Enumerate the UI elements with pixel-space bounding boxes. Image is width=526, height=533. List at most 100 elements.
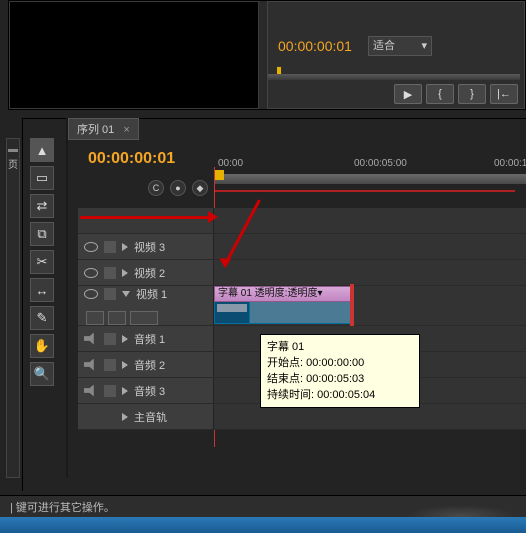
annotation-arrow — [80, 216, 210, 219]
selection-tool[interactable]: ▲ — [30, 138, 54, 162]
track-video-1: 视频 1 字幕 01 透明度:透明度▾ — [78, 286, 526, 326]
expand-icon[interactable] — [122, 413, 128, 421]
ruler-tick: 00:00:10:0 — [494, 158, 526, 169]
zoom-fit-label: 适合 — [373, 40, 395, 52]
playhead-icon[interactable] — [214, 170, 224, 180]
sequence-tab-bar: 序列 01 × — [68, 118, 139, 140]
clip-selection-edge[interactable] — [350, 284, 354, 327]
track-header[interactable]: 视频 1 — [78, 286, 214, 325]
ripple-edit-tool[interactable]: ⇄ — [30, 194, 54, 218]
tooltip-title: 字幕 01 — [267, 339, 413, 355]
zoom-fit-dropdown[interactable]: 适合 ▾ — [368, 36, 432, 56]
ruler-tick: 00:00:05:00 — [354, 158, 407, 169]
lock-icon[interactable] — [104, 267, 116, 279]
pen-tool[interactable]: ✎ — [30, 306, 54, 330]
speaker-icon[interactable] — [84, 333, 98, 345]
eye-icon[interactable] — [84, 242, 98, 252]
track-header[interactable]: 视频 2 — [78, 260, 214, 285]
lock-icon[interactable] — [104, 333, 116, 345]
tooltip-label: 持续时间: — [267, 389, 314, 401]
panel-divider[interactable] — [66, 118, 68, 478]
snap-icon[interactable]: C — [148, 180, 164, 196]
tooltip-label: 结束点: — [267, 373, 303, 385]
tooltip-value: 00:00:05:04 — [317, 389, 375, 401]
eye-icon[interactable] — [84, 289, 98, 299]
status-text: | 键可进行其它操作。 — [10, 502, 115, 514]
clip-tooltip: 字幕 01 开始点: 00:00:00:00 结束点: 00:00:05:03 … — [260, 334, 420, 408]
track-select-tool[interactable]: ▭ — [30, 166, 54, 190]
play-button[interactable]: ▶ — [394, 84, 422, 104]
track-label: 音频 2 — [134, 357, 165, 373]
close-icon[interactable]: × — [123, 124, 129, 136]
track-label: 视频 1 — [136, 286, 167, 302]
expand-icon[interactable] — [122, 269, 128, 277]
spacer-head — [78, 208, 214, 233]
monitor-scrubber[interactable] — [268, 74, 520, 80]
track-content[interactable] — [214, 234, 526, 259]
panel-strip: 页 — [6, 138, 20, 478]
tooltip-row: 结束点: 00:00:05:03 — [267, 371, 413, 387]
strip-handle[interactable] — [8, 149, 18, 152]
go-prev-button[interactable]: |← — [490, 84, 518, 104]
track-label: 视频 3 — [134, 239, 165, 255]
clip-subtitle-01[interactable]: 字幕 01 透明度:透明度▾ — [214, 286, 352, 325]
track-label: 音频 3 — [134, 383, 165, 399]
clip-label: 字幕 01 透明度:透明度▾ — [214, 286, 352, 302]
expand-icon[interactable] — [122, 243, 128, 251]
keyframe-button[interactable] — [108, 311, 126, 325]
lock-icon[interactable] — [104, 385, 116, 397]
settings-icon[interactable]: ◆ — [192, 180, 208, 196]
mark-in-button[interactable]: { — [426, 84, 454, 104]
expand-icon[interactable] — [122, 387, 128, 395]
monitor-viewport — [9, 1, 259, 109]
track-header[interactable]: 音频 2 — [78, 352, 214, 377]
render-bar — [215, 190, 515, 192]
keyframe-nav[interactable] — [130, 311, 158, 325]
clip-fill — [249, 302, 351, 323]
track-header[interactable]: 视频 3 — [78, 234, 214, 259]
marker-option-icon[interactable]: ● — [170, 180, 186, 196]
speaker-icon[interactable] — [84, 385, 98, 397]
ruler-bar[interactable] — [214, 174, 526, 184]
sequence-tab[interactable]: 序列 01 × — [68, 118, 139, 140]
track-content[interactable] — [214, 260, 526, 285]
collapse-icon[interactable] — [122, 291, 130, 297]
track-label: 音频 1 — [134, 331, 165, 347]
expand-icon[interactable] — [122, 335, 128, 343]
tooltip-label: 开始点: — [267, 357, 303, 369]
track-content[interactable]: 字幕 01 透明度:透明度▾ — [214, 286, 526, 325]
spacer-content — [214, 208, 526, 233]
track-video-2: 视频 2 — [78, 260, 526, 286]
rolling-edit-tool[interactable]: ⧉ — [30, 222, 54, 246]
os-taskbar[interactable] — [0, 517, 526, 533]
mark-out-button[interactable]: } — [458, 84, 486, 104]
clip-body[interactable] — [214, 302, 352, 324]
track-header[interactable]: 主音轨 — [78, 404, 214, 429]
eye-icon[interactable] — [84, 268, 98, 278]
track-label: 主音轨 — [134, 409, 167, 425]
clip-thumbnail — [215, 302, 249, 323]
sequence-tab-label: 序列 01 — [77, 124, 114, 136]
tooltip-row: 开始点: 00:00:00:00 — [267, 355, 413, 371]
track-video-3: 视频 3 — [78, 234, 526, 260]
expand-icon[interactable] — [122, 361, 128, 369]
lock-icon[interactable] — [104, 288, 116, 300]
keyframe-button[interactable] — [86, 311, 104, 325]
hand-tool[interactable]: ✋ — [30, 334, 54, 358]
track-label: 视频 2 — [134, 265, 165, 281]
track-header[interactable]: 音频 3 — [78, 378, 214, 403]
razor-tool[interactable]: ✂ — [30, 250, 54, 274]
lock-icon[interactable] — [104, 241, 116, 253]
timeline-timecode[interactable]: 00:00:00:01 — [88, 150, 175, 168]
timeline-ruler[interactable]: 00:00 00:00:05:00 00:00:10:0 — [214, 158, 526, 188]
tooltip-row: 持续时间: 00:00:05:04 — [267, 387, 413, 403]
track-header[interactable]: 音频 1 — [78, 326, 214, 351]
tooltip-value: 00:00:00:00 — [306, 357, 364, 369]
monitor-timecode[interactable]: 00:00:00:01 — [278, 38, 352, 54]
ruler-tick: 00:00 — [218, 158, 243, 169]
timeline-options: C ● ◆ — [148, 180, 208, 196]
slip-tool[interactable]: ↔ — [30, 278, 54, 302]
lock-icon[interactable] — [104, 359, 116, 371]
speaker-icon[interactable] — [84, 359, 98, 371]
zoom-tool[interactable]: 🔍 — [30, 362, 54, 386]
